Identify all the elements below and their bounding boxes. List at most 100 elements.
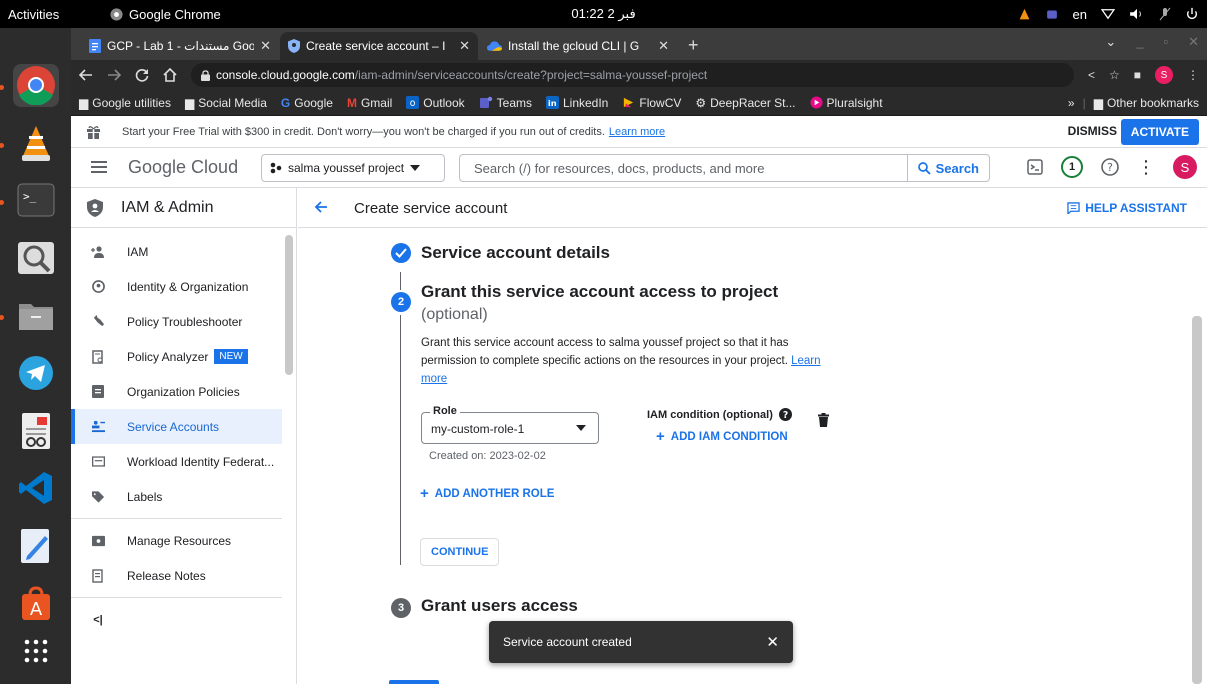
sidebar-item-labels[interactable]: Labels — [71, 479, 296, 514]
dock-text-editor[interactable] — [13, 524, 59, 567]
search-placeholder[interactable]: Search (/) for resources, docs, products… — [460, 161, 907, 176]
bookmark-linkedin[interactable]: in LinkedIn — [545, 96, 608, 110]
sidebar-item-workload-identity-federation[interactable]: Workload Identity Federat... — [71, 444, 296, 479]
browser-tab-install-gcloud[interactable]: Install the gcloud CLI | G ✕ — [479, 32, 677, 60]
cloud-shell-icon[interactable] — [1027, 159, 1043, 175]
dock-screenshot[interactable] — [13, 237, 59, 280]
dismiss-button[interactable]: DISMISS — [1068, 124, 1117, 138]
notifications-badge[interactable]: 1 — [1061, 156, 1083, 178]
docs-icon — [89, 39, 101, 53]
tab-title: Create service account – I — [306, 39, 446, 53]
main-scrollbar[interactable] — [1192, 316, 1202, 684]
user-avatar[interactable]: S — [1173, 155, 1197, 179]
sidebar-item-organization-policies[interactable]: Organization Policies — [71, 374, 296, 409]
toast-snackbar: Service account created ✕ — [489, 621, 793, 663]
hamburger-menu-icon[interactable] — [91, 160, 107, 174]
step3-title[interactable]: Grant users access — [421, 596, 578, 616]
sidebar-item-release-notes[interactable]: Release Notes — [71, 558, 296, 593]
toolbar-actions: < ☆ ■ S ⋮ — [1088, 66, 1199, 84]
browser-tab-create-service-account[interactable]: Create service account – I ✕ — [280, 32, 478, 60]
home-icon[interactable] — [163, 68, 177, 82]
more-options-icon[interactable]: ⋮ — [1137, 157, 1155, 178]
sidebar-item-iam[interactable]: IAM — [71, 234, 296, 269]
sidebar-item-manage-resources[interactable]: Manage Resources — [71, 523, 296, 558]
tab-close-icon[interactable]: ✕ — [260, 38, 271, 54]
volume-icon[interactable] — [1129, 8, 1145, 20]
bookmark-gmail[interactable]: M Gmail — [347, 96, 392, 110]
forward-arrow-icon[interactable] — [107, 68, 121, 82]
help-assistant-button[interactable]: HELP ASSISTANT — [1067, 201, 1187, 215]
other-bookmarks[interactable]: ▆ Other bookmarks — [1094, 96, 1199, 110]
activities-button[interactable]: Activities — [0, 7, 71, 22]
snackbar-close-icon[interactable]: ✕ — [766, 633, 779, 651]
tab-close-icon[interactable]: ✕ — [459, 38, 470, 54]
continue-button[interactable]: CONTINUE — [420, 538, 500, 566]
add-iam-condition-button[interactable]: + ADD IAM CONDITION — [656, 428, 788, 445]
delete-role-trash-icon[interactable] — [818, 413, 829, 427]
bookmark-google[interactable]: G Google — [281, 96, 333, 110]
share-icon[interactable]: < — [1088, 68, 1095, 82]
add-another-role-button[interactable]: + ADD ANOTHER ROLE — [420, 485, 554, 502]
help-icon[interactable]: ? — [1101, 158, 1119, 176]
language-indicator[interactable]: en — [1073, 7, 1087, 22]
address-bar[interactable]: console.cloud.google.com/iam-admin/servi… — [191, 63, 1074, 87]
more-bookmarks-button[interactable]: » — [1068, 96, 1075, 110]
sidebar-scrollbar[interactable] — [285, 235, 293, 375]
help-circle-icon[interactable]: ? — [778, 408, 792, 421]
bookmark-social-media[interactable]: ▆ Social Media — [185, 96, 267, 110]
chrome-menu-icon[interactable]: ⋮ — [1187, 68, 1199, 82]
plus-icon: + — [420, 485, 429, 502]
sidebar-collapse-button[interactable]: <| — [71, 602, 296, 637]
network-icon[interactable] — [1101, 8, 1115, 20]
sidebar-item-identity-organization[interactable]: Identity & Organization — [71, 269, 296, 304]
bookmark-star-icon[interactable]: ☆ — [1109, 68, 1120, 82]
tab-close-icon[interactable]: ✕ — [658, 38, 669, 54]
dock-show-apps[interactable] — [13, 629, 59, 672]
trial-learn-more-link[interactable]: Learn more — [609, 126, 665, 138]
profile-avatar[interactable]: S — [1155, 66, 1173, 84]
search-button[interactable]: Search — [906, 155, 989, 181]
step1-title[interactable]: Service account details — [421, 243, 610, 263]
dock-vlc[interactable] — [0, 122, 59, 165]
dock-telegram[interactable] — [13, 352, 59, 395]
sidebar-item-policy-analyzer[interactable]: Policy Analyzer NEW — [71, 339, 296, 374]
chrome-window: GCP - Lab 1 - مستندات Goo ✕ Create servi… — [71, 28, 1207, 684]
sidebar-item-policy-troubleshooter[interactable]: Policy Troubleshooter — [71, 304, 296, 339]
power-icon[interactable] — [1185, 7, 1199, 21]
back-arrow-icon[interactable] — [79, 68, 93, 82]
dock-software[interactable]: A — [13, 582, 59, 625]
next-step-button-edge[interactable] — [389, 680, 439, 684]
teams-tray-icon[interactable] — [1045, 8, 1059, 21]
service-account-icon — [91, 420, 105, 433]
minimize-icon[interactable]: _ — [1136, 34, 1143, 50]
side-panel-icon[interactable]: ■ — [1134, 68, 1141, 82]
new-tab-button[interactable]: + — [678, 32, 709, 60]
role-select[interactable]: Role my-custom-role-1 — [421, 405, 599, 444]
close-window-icon[interactable]: ✕ — [1188, 34, 1199, 50]
bookmark-deepracer[interactable]: ⚙ DeepRacer St... — [695, 96, 795, 110]
vscode-icon — [18, 470, 54, 506]
dock-chrome[interactable] — [0, 64, 59, 107]
tab-search-icon[interactable]: ⌄ — [1105, 34, 1116, 50]
app-menu[interactable]: Google Chrome — [110, 7, 221, 22]
browser-tab-gcp-lab-doc[interactable]: GCP - Lab 1 - مستندات Goo ✕ — [81, 32, 279, 60]
maximize-icon[interactable]: ▫ — [1163, 34, 1168, 50]
dock-terminal[interactable]: >_ — [0, 179, 59, 222]
sidebar-item-service-accounts[interactable]: Service Accounts — [71, 409, 282, 444]
bookmark-flowcv[interactable]: FlowCV — [622, 96, 681, 110]
bookmark-outlook[interactable]: o Outlook — [406, 96, 465, 110]
google-cloud-logo[interactable]: Google Cloud — [128, 157, 238, 178]
back-arrow-icon[interactable] — [314, 200, 328, 214]
dock-vscode[interactable] — [13, 467, 59, 510]
activate-button[interactable]: ACTIVATE — [1120, 119, 1199, 145]
microphone-muted-icon[interactable] — [1159, 7, 1171, 21]
dock-document-viewer[interactable] — [13, 409, 59, 452]
bookmark-pluralsight[interactable]: Pluralsight — [809, 96, 883, 110]
vlc-tray-icon[interactable] — [1018, 8, 1031, 21]
dock-files[interactable] — [0, 294, 59, 337]
bookmark-teams[interactable]: Teams — [479, 96, 532, 110]
resource-search-box[interactable]: Search (/) for resources, docs, products… — [459, 154, 990, 182]
bookmark-google-utilities[interactable]: ▆ Google utilities — [79, 96, 171, 110]
reload-icon[interactable] — [135, 68, 149, 82]
project-selector[interactable]: salma youssef project — [261, 154, 445, 182]
